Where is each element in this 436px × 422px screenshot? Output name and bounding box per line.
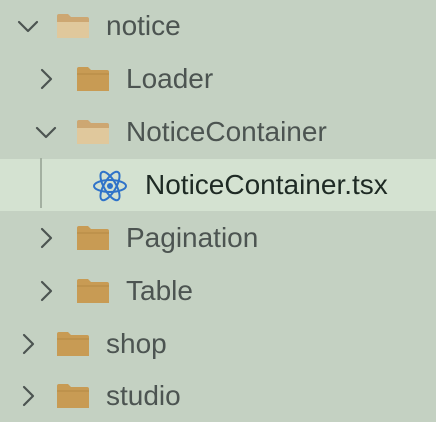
- tree-item-label: Table: [126, 275, 193, 306]
- chevron-right-icon[interactable]: [32, 65, 60, 93]
- tree-item-label: studio: [106, 380, 181, 411]
- tree-item-notice-container-tsx[interactable]: NoticeContainer.tsx: [0, 159, 436, 211]
- folder-open-icon: [76, 117, 110, 147]
- tree-item-pagination[interactable]: Pagination: [0, 212, 436, 264]
- tree-item-label: Loader: [126, 63, 214, 94]
- tree-item-label: NoticeContainer.tsx: [145, 169, 388, 200]
- folder-closed-icon: [76, 276, 110, 306]
- tree-item-loader[interactable]: Loader: [0, 53, 436, 105]
- tree-item-studio[interactable]: studio: [0, 370, 436, 422]
- react-icon: [92, 168, 128, 204]
- tree-item-notice[interactable]: notice: [0, 0, 436, 52]
- chevron-down-icon[interactable]: [14, 12, 42, 40]
- tree-item-shop[interactable]: shop: [0, 318, 436, 370]
- tree-item-label: NoticeContainer: [126, 116, 327, 147]
- folder-closed-icon: [56, 329, 90, 359]
- tree-item-label: notice: [106, 10, 181, 41]
- folder-closed-icon: [76, 223, 110, 253]
- chevron-right-icon[interactable]: [14, 382, 42, 410]
- tree-item-label: Pagination: [126, 222, 259, 253]
- chevron-right-icon[interactable]: [32, 224, 60, 252]
- tree-item-table[interactable]: Table: [0, 265, 436, 317]
- chevron-right-icon[interactable]: [32, 277, 60, 305]
- tree-item-label: shop: [106, 328, 167, 359]
- chevron-down-icon[interactable]: [32, 118, 60, 146]
- folder-closed-icon: [76, 64, 110, 94]
- tree-item-notice-container[interactable]: NoticeContainer: [0, 106, 436, 158]
- indent-guide: [40, 158, 42, 208]
- file-explorer-tree: notice Loader NoticeContainer NoticeCont…: [0, 0, 436, 422]
- chevron-right-icon[interactable]: [14, 330, 42, 358]
- folder-closed-icon: [56, 381, 90, 411]
- folder-open-icon: [56, 11, 90, 41]
